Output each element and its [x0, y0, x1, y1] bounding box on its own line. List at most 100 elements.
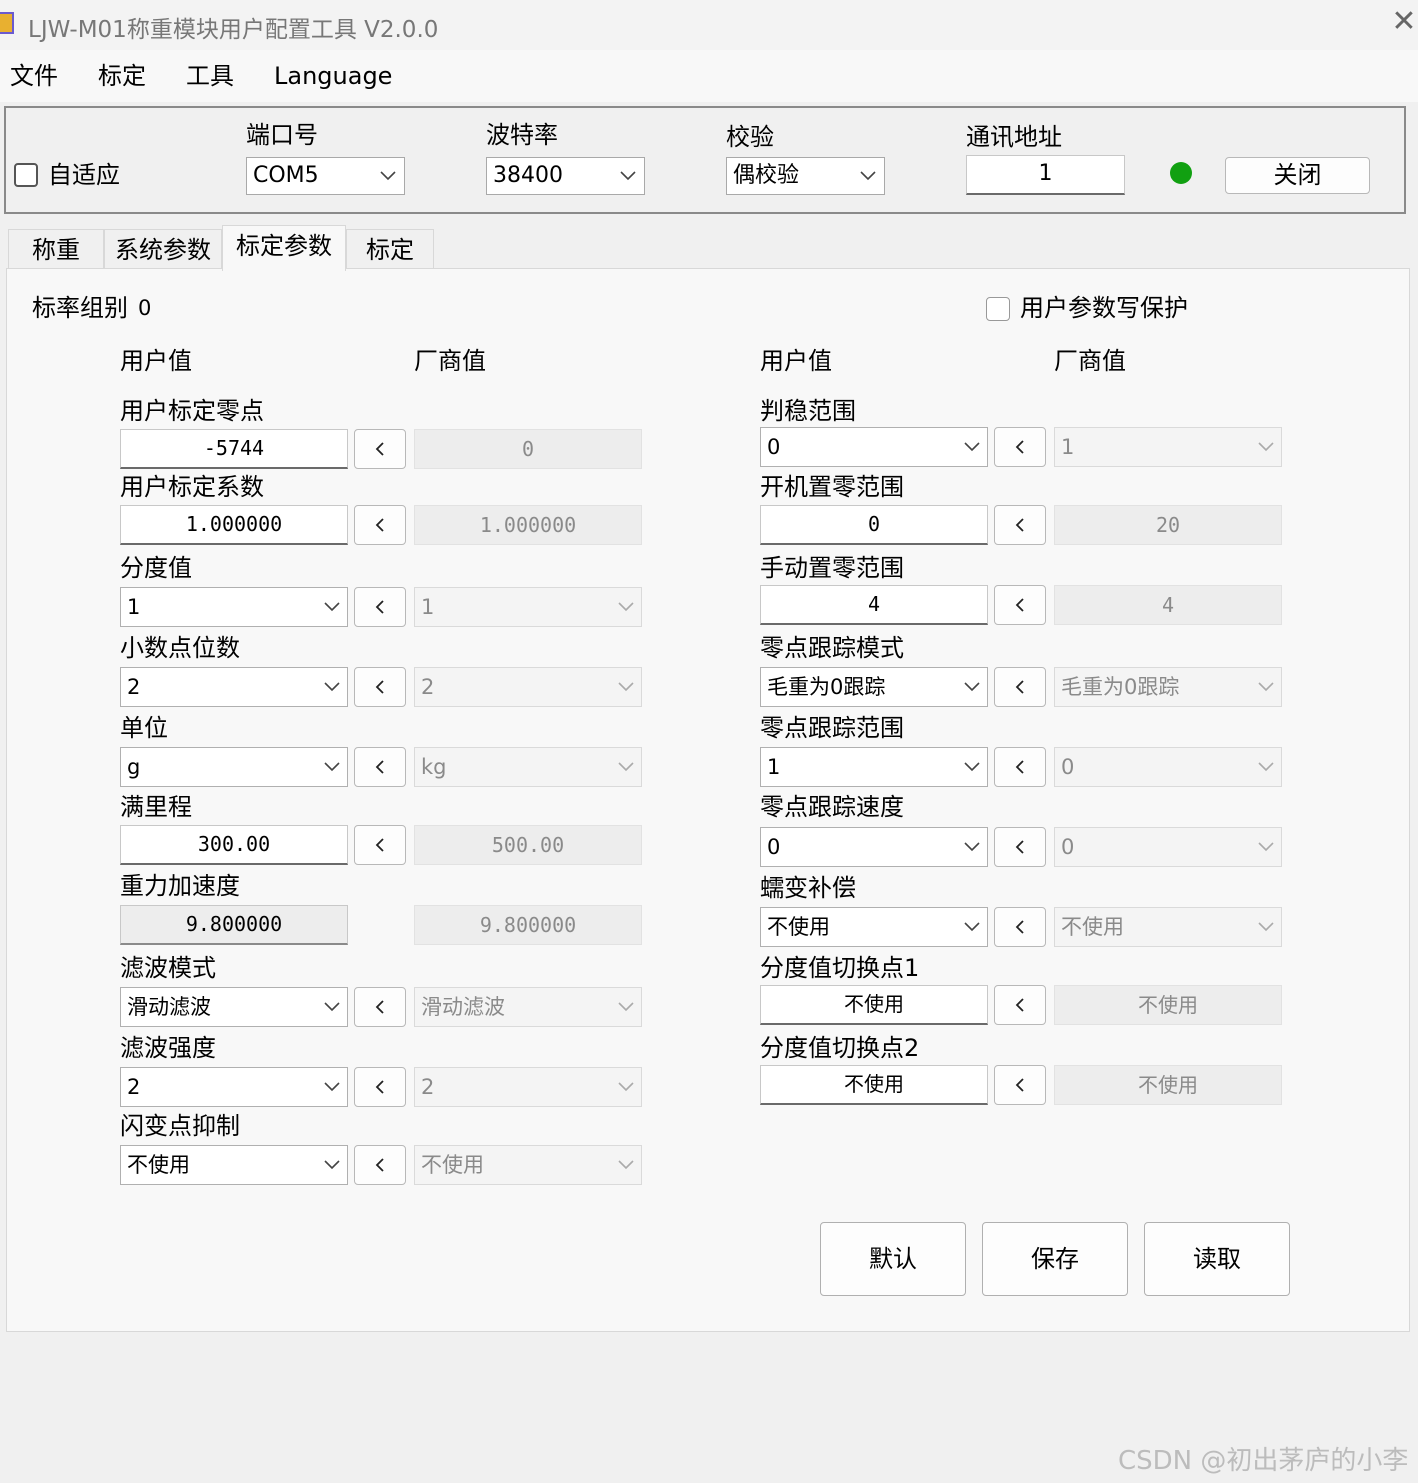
copy-factory-button[interactable] [354, 1067, 406, 1107]
copy-factory-button[interactable] [354, 429, 406, 469]
right-param-factory-value: 4 [1054, 585, 1282, 625]
window-title: LJW-M01称重模块用户配置工具 V2.0.0 [28, 17, 439, 43]
left-param-label: 闪变点抑制 [120, 1112, 240, 1140]
copy-factory-button[interactable] [994, 985, 1046, 1025]
address-input[interactable]: 1 [966, 155, 1125, 195]
left-param-user-select[interactable]: 2 [120, 667, 348, 707]
copy-factory-button[interactable] [994, 585, 1046, 625]
right-param-factory-value: 不使用 [1054, 1065, 1282, 1105]
left-param-factory-value: 500.00 [414, 825, 642, 865]
baud-select[interactable]: 38400 [486, 157, 645, 195]
param-user-value: 1 [767, 755, 781, 779]
right-param-label: 手动置零范围 [760, 554, 904, 582]
left-param-user-select[interactable]: 2 [120, 1067, 348, 1107]
copy-factory-button[interactable] [994, 1065, 1046, 1105]
save-button[interactable]: 保存 [982, 1222, 1128, 1296]
chevron-down-icon [961, 908, 983, 946]
param-factory-value: 不使用 [421, 1153, 484, 1177]
right-param-user-select[interactable]: 0 [760, 427, 988, 467]
menu-file[interactable]: 文件 [10, 58, 58, 94]
close-port-button[interactable]: 关闭 [1225, 157, 1370, 194]
right-param-user-select[interactable]: 毛重为0跟踪 [760, 667, 988, 707]
left-param-factory-select: 滑动滤波 [414, 987, 642, 1027]
left-param-label: 单位 [120, 714, 168, 742]
copy-factory-button[interactable] [994, 505, 1046, 545]
group-label: 标率组别 [32, 294, 128, 322]
menu-tools[interactable]: 工具 [186, 58, 234, 94]
right-param-user-input[interactable]: 不使用 [760, 1065, 988, 1105]
right-param-user-select[interactable]: 不使用 [760, 907, 988, 947]
left-param-user-select[interactable]: 1 [120, 587, 348, 627]
copy-factory-button[interactable] [994, 427, 1046, 467]
left-param-user-select[interactable]: g [120, 747, 348, 787]
param-user-value: 0 [767, 435, 781, 459]
right-param-label: 蠕变补偿 [760, 874, 856, 902]
left-user-value-header: 用户值 [120, 347, 192, 375]
parity-select[interactable]: 偶校验 [726, 157, 885, 195]
window-close-icon[interactable]: ✕ [1390, 6, 1418, 38]
write-protect-checkbox[interactable] [986, 297, 1010, 321]
right-param-user-input[interactable]: 0 [760, 505, 988, 545]
chevron-down-icon [321, 588, 343, 626]
chevron-down-icon [615, 748, 637, 786]
copy-factory-button[interactable] [354, 747, 406, 787]
left-param-user-select[interactable]: 不使用 [120, 1145, 348, 1185]
chevron-left-icon [995, 748, 1045, 786]
left-param-factory-value: 1.000000 [414, 505, 642, 545]
left-param-user-input[interactable]: 300.00 [120, 825, 348, 865]
right-param-user-input[interactable]: 不使用 [760, 985, 988, 1025]
copy-factory-button[interactable] [354, 987, 406, 1027]
right-param-label: 零点跟踪速度 [760, 793, 904, 821]
tab-weighing[interactable]: 称重 [8, 229, 104, 269]
copy-factory-button[interactable] [354, 587, 406, 627]
left-param-factory-select: kg [414, 747, 642, 787]
chevron-down-icon [858, 158, 878, 194]
left-param-user-select[interactable]: 滑动滤波 [120, 987, 348, 1027]
right-param-user-select[interactable]: 0 [760, 827, 988, 867]
param-factory-value: 2 [421, 1075, 435, 1099]
chevron-down-icon [378, 158, 398, 194]
param-user-value: 不使用 [767, 915, 830, 939]
tab-system-params[interactable]: 系统参数 [104, 229, 222, 269]
right-param-factory-select: 毛重为0跟踪 [1054, 667, 1282, 707]
copy-factory-button[interactable] [994, 907, 1046, 947]
copy-factory-button[interactable] [354, 505, 406, 545]
copy-factory-button[interactable] [354, 1145, 406, 1185]
left-param-factory-select: 2 [414, 1067, 642, 1107]
copy-factory-button[interactable] [994, 827, 1046, 867]
param-user-value: g [127, 755, 141, 779]
chevron-down-icon [961, 668, 983, 706]
right-param-factory-select: 1 [1054, 427, 1282, 467]
copy-factory-button[interactable] [354, 825, 406, 865]
right-param-factory-select: 0 [1054, 827, 1282, 867]
read-button[interactable]: 读取 [1144, 1222, 1290, 1296]
port-label: 端口号 [246, 121, 318, 149]
auto-adapt-checkbox[interactable] [14, 163, 38, 187]
right-param-label: 判稳范围 [760, 397, 856, 425]
param-user-value: 不使用 [127, 1153, 190, 1177]
right-param-label: 零点跟踪模式 [760, 634, 904, 662]
default-button[interactable]: 默认 [820, 1222, 966, 1296]
left-param-user-input[interactable]: -5744 [120, 429, 348, 469]
param-user-value: 2 [127, 1075, 141, 1099]
tab-calibration-params[interactable]: 标定参数 [222, 225, 346, 271]
right-param-user-select[interactable]: 1 [760, 747, 988, 787]
copy-factory-button[interactable] [994, 747, 1046, 787]
copy-factory-button[interactable] [994, 667, 1046, 707]
chevron-left-icon [995, 668, 1045, 706]
app-icon [0, 12, 14, 34]
chevron-left-icon [355, 826, 405, 864]
right-factory-value-header: 厂商值 [1054, 347, 1126, 375]
param-user-value: 0 [767, 835, 781, 859]
port-select[interactable]: COM5 [246, 157, 405, 195]
copy-factory-button[interactable] [354, 667, 406, 707]
chevron-down-icon [618, 158, 638, 194]
menu-language[interactable]: Language [274, 58, 392, 94]
right-param-factory-select: 不使用 [1054, 907, 1282, 947]
right-param-user-input[interactable]: 4 [760, 585, 988, 625]
tab-calibrate[interactable]: 标定 [346, 229, 434, 269]
menu-calibrate[interactable]: 标定 [98, 58, 146, 94]
left-param-label: 满里程 [120, 793, 192, 821]
left-param-label: 小数点位数 [120, 634, 240, 662]
left-param-user-input[interactable]: 1.000000 [120, 505, 348, 545]
